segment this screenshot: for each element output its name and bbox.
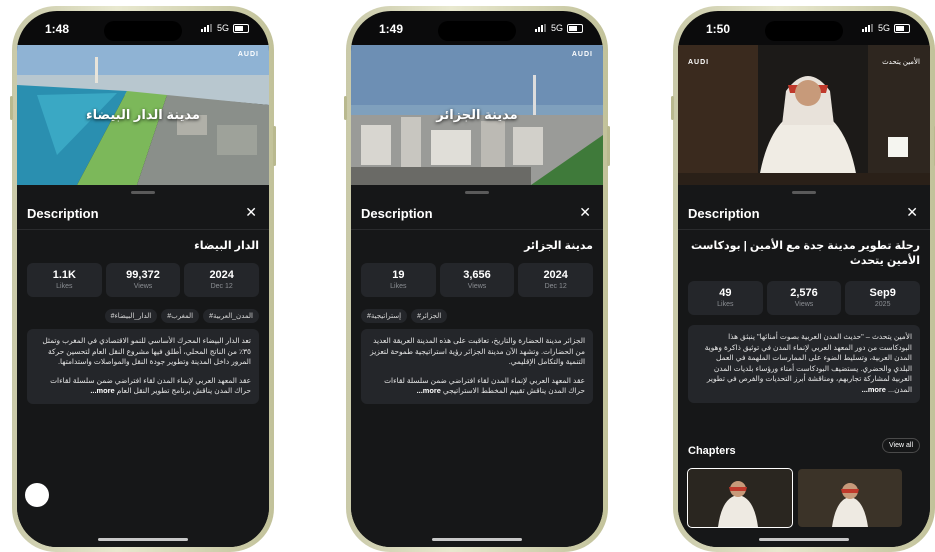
more-link[interactable]: more... [862,385,886,394]
description-title: Description [27,206,99,221]
description-sheet: Description ✕ رحلة تطوير مدينة جدة مع ال… [678,185,930,547]
battery-icon [233,23,249,33]
brand-logo: AUDI [571,51,593,58]
home-indicator [98,538,188,541]
hashtag-chip[interactable]: #إستراتيجية [361,309,408,323]
chapter-thumbnail[interactable] [687,468,793,528]
screen-3: 1:50 5G AUDI الأمين يتحدث Description ✕ … [678,11,930,547]
status-bar: 1:49 5G [351,11,603,45]
description-paragraph: عقد المعهد العربي لإنماء المدن لقاء افتر… [50,375,251,396]
video-player[interactable]: AUDI مدينة الجزائر [351,45,603,185]
view-all-button[interactable]: View all [882,438,920,453]
status-time: 1:49 [379,22,404,36]
more-link[interactable]: more... [417,386,441,395]
close-icon[interactable]: ✕ [906,204,918,221]
chapters-header: Chapters View all [688,438,920,459]
description-paragraph: عقد المعهد العربي لإنماء المدن لقاء افتر… [384,375,585,396]
close-icon[interactable]: ✕ [579,204,591,221]
description-sheet: Description ✕ مدينة الجزائر 19 Likes 3,65… [351,185,603,547]
description-body: الجزائر مدينة الحضارة والتاريخ، تعاقبت ع… [361,329,593,404]
views-stat: 99,372 Views [105,263,181,297]
description-sheet: Description ✕ الدار البيضاء 1.1K Likes 99… [17,185,269,547]
sheet-handle[interactable] [792,191,816,194]
hashtag-chip[interactable]: #المدن_العربية [203,309,259,323]
description-body: الأمين يتحدث – "حديث المدن العربية بصوت … [688,325,920,403]
dynamic-island [438,21,516,41]
likes-stat: 19 Likes [361,263,436,297]
status-time: 1:48 [45,22,70,36]
phone-frame-1: 1:48 5G AUDI مدينة الدار البيضاء Descrip… [10,6,276,552]
phone-frame-3: 1:50 5G AUDI الأمين يتحدث Description ✕ … [671,6,935,552]
description-title: Description [361,206,433,221]
likes-stat: 1.1K Likes [27,263,102,297]
signal-icon [534,24,547,32]
date-stat: 2024 Dec 12 [184,263,260,297]
divider [351,229,603,230]
close-icon[interactable]: ✕ [245,204,257,221]
likes-stat: 49 Likes [688,281,763,315]
video-title: الدار البيضاء [194,240,259,252]
stats-row: 49 Likes 2,576 Views Sep9 2025 [688,281,921,315]
chapter-image [798,469,902,527]
hashtag-list: #إستراتيجية #الجزائر [361,309,593,323]
chapters-title: Chapters [688,445,736,457]
screen-2: 1:49 5G AUDI مدينة الجزائر Description ✕… [351,11,603,547]
battery-icon [567,23,583,33]
views-stat: 3,656 Views [439,263,515,297]
dynamic-island [765,21,843,41]
dynamic-island [104,21,182,41]
brand-logo: AUDI [688,59,710,66]
status-bar: 1:48 5G [17,11,269,45]
sheet-handle[interactable] [465,191,489,194]
divider [17,229,269,230]
description-paragraph: الجزائر مدينة الحضارة والتاريخ، تعاقبت ع… [370,336,585,367]
description-body: تعد الدار البيضاء المحرك الأساسي للنمو ا… [27,329,259,404]
screen-1: 1:48 5G AUDI مدينة الدار البيضاء Descrip… [17,11,269,547]
chapter-image [688,469,792,527]
more-link[interactable]: more... [90,386,114,395]
divider [678,229,930,230]
signal-icon [861,24,874,32]
views-stat: 2,576 Views [766,281,842,315]
stats-row: 1.1K Likes 99,372 Views 2024 Dec 12 [27,263,260,297]
sheet-handle[interactable] [131,191,155,194]
stats-row: 19 Likes 3,656 Views 2024 Dec 12 [361,263,594,297]
network-label: 5G [550,23,563,33]
video-overlay-title: مدينة الدار البيضاء [86,107,200,122]
podcast-logo: الأمين يتحدث [882,59,920,66]
video-title: رحلة تطوير مدينة جدة مع الأمين | بودكاست… [691,240,920,267]
home-indicator [759,538,849,541]
description-paragraph: تعد الدار البيضاء المحرك الأساسي للنمو ا… [42,336,251,367]
network-label: 5G [877,23,890,33]
description-title: Description [688,206,760,221]
chapter-thumbnail[interactable] [798,469,902,527]
video-overlay-title: مدينة الجزائر [436,107,518,122]
assistive-touch-button[interactable] [25,483,49,507]
date-stat: Sep9 2025 [845,281,921,315]
brand-logo: AUDI [237,51,259,58]
hashtag-chip[interactable]: #الجزائر [411,309,448,323]
battery-icon [894,23,910,33]
hashtag-list: #المدن_العربية #المغرب #الدار_البيضاء [27,309,259,323]
video-player[interactable]: AUDI مدينة الدار البيضاء [17,45,269,185]
hashtag-chip[interactable]: #المغرب [161,309,200,323]
video-title: مدينة الجزائر [524,240,593,252]
home-indicator [432,538,522,541]
date-stat: 2024 Dec 12 [518,263,594,297]
status-time: 1:50 [706,22,731,36]
chapters-list [687,468,902,528]
network-label: 5G [216,23,229,33]
video-player[interactable]: AUDI الأمين يتحدث [678,45,930,185]
hashtag-chip[interactable]: #الدار_البيضاء [104,309,158,323]
signal-icon [200,24,213,32]
status-bar: 1:50 5G [678,11,930,45]
phone-frame-2: 1:49 5G AUDI مدينة الجزائر Description ✕… [344,6,610,552]
